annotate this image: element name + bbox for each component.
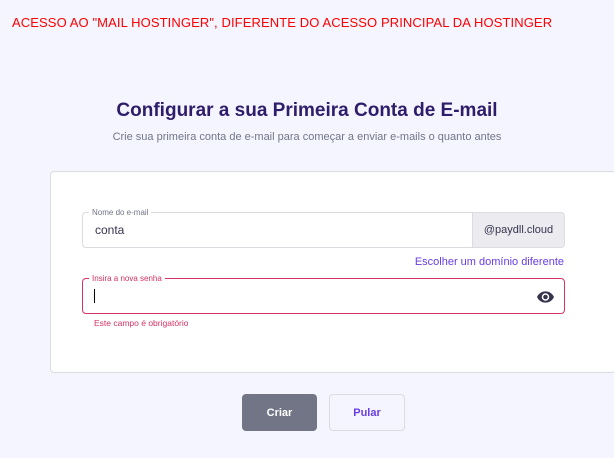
skip-button[interactable]: Pular	[329, 394, 405, 431]
text-cursor	[94, 289, 95, 303]
page-subtitle: Crie sua primeira conta de e-mail para c…	[112, 131, 502, 143]
password-error-message: Este campo é obrigatório	[94, 318, 189, 328]
password-label: Insira a nova senha	[89, 273, 165, 284]
domain-suffix: @paydll.cloud	[472, 212, 565, 248]
email-name-field: Nome do e-mail	[82, 207, 472, 248]
password-field: Insira a nova senha	[82, 273, 565, 314]
email-name-label: Nome do e-mail	[89, 207, 152, 218]
annotation-note: ACESSO AO "MAIL HOSTINGER", DIFERENTE DO…	[12, 15, 553, 30]
eye-icon-graphic	[536, 291, 554, 303]
eye-icon[interactable]	[536, 288, 554, 306]
email-name-input[interactable]	[83, 213, 472, 247]
password-input[interactable]	[83, 279, 564, 313]
form-card	[50, 171, 614, 373]
create-button[interactable]: Criar	[242, 394, 317, 431]
choose-different-domain-link[interactable]: Escolher um domínio diferente	[415, 256, 564, 268]
page-title: Configurar a sua Primeira Conta de E-mai…	[116, 100, 498, 121]
email-field-group: Nome do e-mail @paydll.cloud	[82, 207, 565, 248]
